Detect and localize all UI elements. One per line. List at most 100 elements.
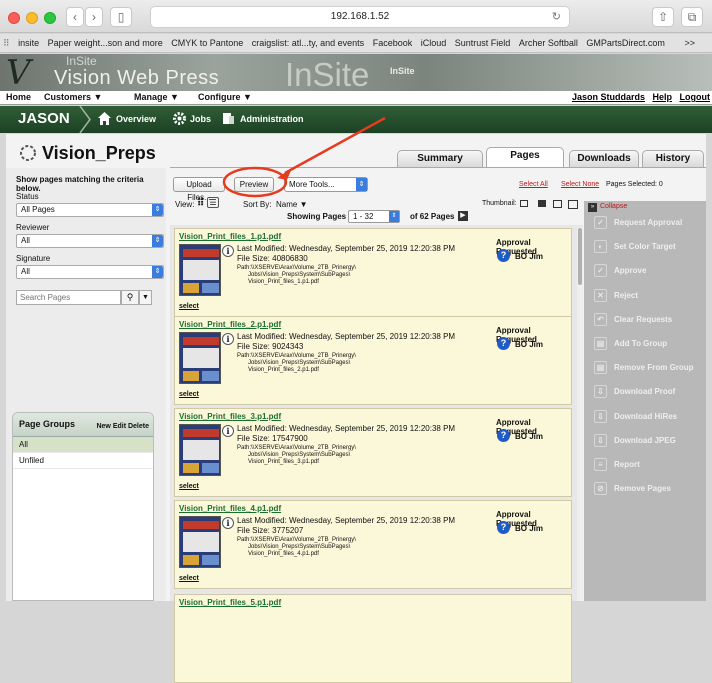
- tab-history[interactable]: History: [642, 150, 704, 167]
- thumbnail-small-icon[interactable]: [520, 200, 528, 207]
- reject-action[interactable]: ✕ Reject: [584, 284, 706, 308]
- download-hires-action[interactable]: ⇩ Download HiRes: [584, 405, 706, 429]
- reviewer-select[interactable]: All ⇕: [16, 234, 164, 248]
- download-jpeg-action[interactable]: ⇩ Download JPEG: [584, 429, 706, 453]
- sidebar-icon[interactable]: ▯: [110, 7, 132, 27]
- info-icon[interactable]: i: [222, 425, 234, 437]
- download-proof-action[interactable]: ⇩ Download Proof: [584, 380, 706, 404]
- nav-jobs[interactable]: Jobs: [190, 114, 211, 124]
- preview-button[interactable]: Preview: [234, 177, 274, 192]
- back-icon[interactable]: ‹: [66, 7, 84, 27]
- thumbnail-xlarge-icon[interactable]: [568, 200, 578, 209]
- tab-summary[interactable]: Summary: [397, 150, 483, 167]
- bookmark-5[interactable]: iCloud: [418, 34, 450, 52]
- page-select-link[interactable]: select: [179, 482, 199, 491]
- bookmark-7[interactable]: Archer Softball: [516, 34, 581, 52]
- share-icon[interactable]: ⇧: [652, 7, 674, 27]
- nav-user[interactable]: JASON: [18, 110, 70, 127]
- approve-action[interactable]: ✓ Approve: [584, 259, 706, 283]
- bookmark-2[interactable]: CMYK to Pantone: [168, 34, 246, 52]
- page-modified: Last Modified: Wednesday, September 25, …: [237, 424, 456, 433]
- menu-configure[interactable]: Configure ▼: [198, 92, 252, 102]
- home-icon[interactable]: [97, 111, 112, 126]
- tab-downloads[interactable]: Downloads: [569, 150, 639, 167]
- nav-administration[interactable]: Administration: [240, 114, 304, 124]
- page-select-link[interactable]: select: [179, 302, 199, 311]
- more-tools-select[interactable]: More Tools... ⇕: [284, 177, 368, 192]
- search-icon[interactable]: ⚲: [121, 290, 139, 305]
- bookmark-6[interactable]: Suntrust Field: [452, 34, 514, 52]
- set-color-target-action[interactable]: ◐ Set Color Target: [584, 235, 706, 259]
- request-approval-action[interactable]: ✓ Request Approval: [584, 211, 706, 235]
- next-page-icon[interactable]: ▶: [458, 211, 468, 221]
- admin-icon[interactable]: [221, 111, 236, 126]
- menu-manage[interactable]: Manage ▼: [134, 92, 179, 102]
- page-group-unfiled[interactable]: Unfiled: [13, 453, 153, 469]
- remove-from-group-action[interactable]: ▤ Remove From Group: [584, 356, 706, 380]
- page-thumbnail[interactable]: [179, 244, 221, 296]
- bookmark-8[interactable]: GMPartsDirect.com: [583, 34, 668, 52]
- grid-view-icon[interactable]: ⠿: [197, 198, 204, 209]
- reload-icon[interactable]: ↻: [552, 7, 561, 27]
- bookmark-3[interactable]: craigslist: atl...ty, and events: [249, 34, 367, 52]
- info-icon[interactable]: i: [222, 517, 234, 529]
- address-bar[interactable]: 192.168.1.52 ↻: [150, 6, 570, 28]
- tab-pages[interactable]: Pages: [486, 147, 564, 167]
- user-profile-link[interactable]: Jason Studdards: [572, 92, 645, 102]
- page-file-link[interactable]: Vision_Print_files_3.p1.pdf: [179, 412, 281, 421]
- gear-icon[interactable]: [172, 111, 187, 126]
- info-icon[interactable]: i: [222, 245, 234, 257]
- menu-customers[interactable]: Customers ▼: [44, 92, 102, 102]
- page-card[interactable]: Vision_Print_files_5.p1.pdf: [174, 594, 572, 683]
- page-thumbnail[interactable]: [179, 424, 221, 476]
- page-thumbnail[interactable]: [179, 516, 221, 568]
- sort-by-value[interactable]: Name ▼: [276, 200, 307, 209]
- page-file-link[interactable]: Vision_Print_files_4.p1.pdf: [179, 504, 281, 513]
- apps-grid-icon[interactable]: ⠿: [0, 34, 13, 52]
- logout-link[interactable]: Logout: [680, 92, 711, 102]
- page-card[interactable]: Vision_Print_files_1.p1.pdf i Last Modifie…: [174, 228, 572, 317]
- remove-pages-action[interactable]: ⊘ Remove Pages: [584, 477, 706, 501]
- add-to-group-action[interactable]: ▤ Add To Group: [584, 332, 706, 356]
- signature-select[interactable]: All ⇕: [16, 265, 164, 279]
- clear-requests-action[interactable]: ↶ Clear Requests: [584, 308, 706, 332]
- page-group-all[interactable]: All: [13, 437, 153, 453]
- list-view-icon[interactable]: ☰: [207, 197, 219, 208]
- menu-home[interactable]: Home: [6, 92, 31, 102]
- page-card[interactable]: Vision_Print_files_3.p1.pdfi Last Modifie…: [174, 408, 572, 497]
- page-file-link[interactable]: Vision_Print_files_2.p1.pdf: [179, 320, 281, 329]
- minimize-window-button[interactable]: [26, 12, 38, 24]
- page-file-link[interactable]: Vision_Print_files_1.p1.pdf: [179, 232, 281, 241]
- bookmark-4[interactable]: Facebook: [370, 34, 416, 52]
- bookmark-0[interactable]: insite: [15, 34, 42, 52]
- page-card[interactable]: Vision_Print_files_2.p1.pdf i Last Modifie…: [174, 316, 572, 405]
- chevron-down-icon: ⇕: [152, 235, 163, 247]
- forward-icon[interactable]: ›: [85, 7, 103, 27]
- zoom-window-button[interactable]: [44, 12, 56, 24]
- collapse-link[interactable]: Collapse: [600, 203, 627, 210]
- page-select-link[interactable]: select: [179, 390, 199, 399]
- help-link[interactable]: Help: [652, 92, 672, 102]
- select-all-link[interactable]: Select All: [519, 181, 548, 188]
- page-range-select[interactable]: 1 - 32 ⇕: [348, 210, 400, 223]
- bookmarks-overflow[interactable]: >>: [681, 34, 698, 52]
- page-card[interactable]: Vision_Print_files_4.p1.pdf i Last Modifie…: [174, 500, 572, 589]
- page-select-link[interactable]: select: [179, 574, 199, 583]
- list-scrollbar-thumb[interactable]: [578, 228, 582, 285]
- select-none-link[interactable]: Select None: [561, 181, 599, 188]
- upload-files-button[interactable]: Upload Files...: [173, 177, 225, 202]
- thumbnail-medium-icon[interactable]: [538, 200, 546, 207]
- page-groups-actions[interactable]: New Edit Delete: [96, 423, 149, 430]
- search-options-dropdown[interactable]: ▼: [139, 290, 152, 305]
- thumbnail-large-icon[interactable]: [553, 200, 562, 208]
- nav-overview[interactable]: Overview: [116, 114, 156, 124]
- status-select[interactable]: All Pages ⇕: [16, 203, 164, 217]
- page-file-link[interactable]: Vision_Print_files_5.p1.pdf: [179, 598, 281, 607]
- page-thumbnail[interactable]: [179, 332, 221, 384]
- info-icon[interactable]: i: [222, 333, 234, 345]
- search-pages-input[interactable]: [16, 290, 121, 305]
- close-window-button[interactable]: [8, 12, 20, 24]
- report-action[interactable]: ≡ Report: [584, 453, 706, 477]
- bookmark-1[interactable]: Paper weight...son and more: [45, 34, 166, 52]
- tabs-overview-icon[interactable]: ⧉: [681, 7, 703, 27]
